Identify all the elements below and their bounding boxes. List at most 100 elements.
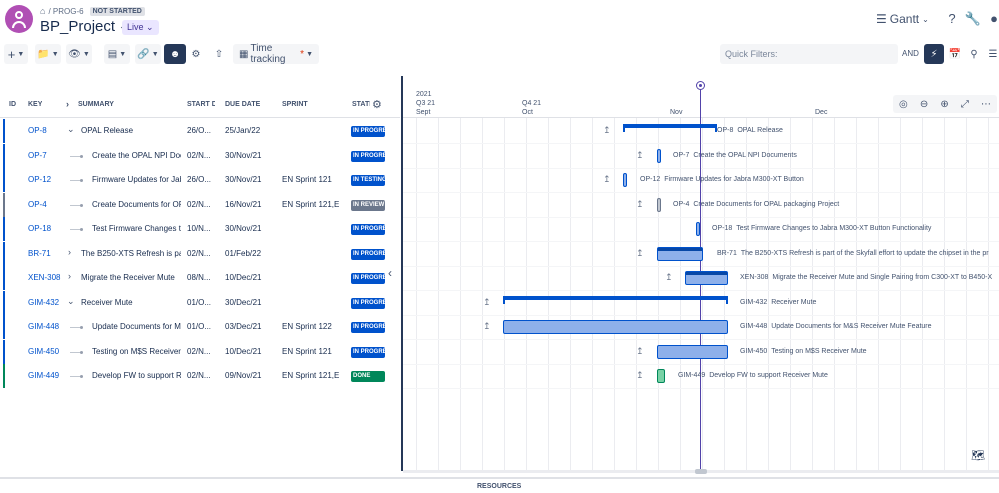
due-date-cell[interactable]: 30/Dec/21 <box>225 298 275 307</box>
zoom-in-icon[interactable]: ⊕ <box>940 99 948 110</box>
table-row[interactable]: GIM-449 Develop FW to support Receiver Mu… <box>0 364 400 388</box>
gantt-bar[interactable] <box>623 173 627 187</box>
quick-filters-input[interactable]: Quick Filters: <box>720 44 898 64</box>
issue-summary[interactable]: Update Documents for M&S Receiver Mute <box>92 322 181 331</box>
settings-button[interactable]: ⚙ <box>188 44 204 64</box>
issue-key-link[interactable]: GIM-450 <box>28 347 62 356</box>
status-badge[interactable]: IN PROGRESS <box>351 126 385 137</box>
due-date-cell[interactable]: 01/Feb/22 <box>225 249 275 258</box>
column-header-due-date[interactable]: DUE DATE <box>225 101 260 108</box>
gantt-bar[interactable] <box>657 247 703 261</box>
issue-key-link[interactable]: OP-12 <box>28 175 62 184</box>
issue-key-link[interactable]: OP-8 <box>28 126 62 135</box>
and-toggle[interactable]: AND <box>902 49 919 58</box>
issue-key-link[interactable]: OP-4 <box>28 200 62 209</box>
column-header-start-date[interactable]: START D <box>187 101 215 108</box>
status-badge[interactable]: IN PROGRESS <box>351 347 385 358</box>
wrench-icon[interactable]: 🔧 <box>964 10 982 28</box>
help-icon[interactable]: ? <box>943 10 961 28</box>
start-date-cell[interactable]: 02/N... <box>187 371 219 380</box>
sprint-cell[interactable]: EN Sprint 121 <box>282 175 340 184</box>
start-date-cell[interactable]: 26/O... <box>187 175 219 184</box>
scroll-to-bar-icon[interactable]: ↥ <box>636 150 644 161</box>
start-date-cell[interactable]: 02/N... <box>187 200 219 209</box>
start-date-cell[interactable]: 08/N... <box>187 273 219 282</box>
gantt-bar[interactable] <box>696 222 700 236</box>
status-badge[interactable]: IN REVIEW <box>351 200 385 211</box>
gantt-bar[interactable] <box>657 198 661 212</box>
gantt-bar[interactable] <box>503 296 728 304</box>
status-badge[interactable]: IN PROGRESS <box>351 273 385 284</box>
scroll-to-bar-icon[interactable]: ↥ <box>603 174 611 185</box>
issue-key-link[interactable]: BR-71 <box>28 249 62 258</box>
due-date-cell[interactable]: 09/Nov/21 <box>225 371 275 380</box>
add-button[interactable]: + ▼ <box>4 44 28 64</box>
table-row[interactable]: GIM-432 ⌄ Receiver Mute 01/O... 30/Dec/21 IN … <box>0 291 400 315</box>
link-button[interactable]: 🔗 ▼ <box>135 44 161 64</box>
issue-summary[interactable]: Firmware Updates for Jabra M300-XT Butto… <box>92 175 181 184</box>
start-date-cell[interactable]: 10/N... <box>187 224 219 233</box>
gantt-bar[interactable] <box>657 149 661 163</box>
search-button[interactable]: ⚲ <box>965 44 983 64</box>
view-options-button[interactable]: 👁 ▼ <box>66 44 92 64</box>
start-date-cell[interactable]: 02/N... <box>187 151 219 160</box>
expand-icon[interactable]: ⤢ <box>961 99 969 110</box>
issue-summary[interactable]: Test Firmware Changes to Jabra M300-XT <box>92 224 181 233</box>
issue-summary[interactable]: Create Documents for OPAL packaging Proj… <box>92 200 181 209</box>
chevron-right-icon[interactable]: › <box>68 271 71 281</box>
status-badge[interactable]: IN PROGRESS <box>351 151 385 162</box>
chevron-down-icon[interactable]: ⌄ <box>67 124 75 135</box>
start-date-cell[interactable]: 02/N... <box>187 347 219 356</box>
issue-summary[interactable]: Migrate the Receiver Mute <box>81 273 181 282</box>
table-row[interactable]: OP-7 Create the OPAL NPI Documents 02/N...… <box>0 144 400 168</box>
issue-summary[interactable]: OPAL Release <box>81 126 181 135</box>
issue-key-link[interactable]: XEN-308 <box>28 273 62 282</box>
due-date-cell[interactable]: 16/Nov/21 <box>225 200 275 209</box>
table-row[interactable]: OP-18 Test Firmware Changes to Jabra M300… <box>0 217 400 241</box>
export-button[interactable]: ⇧ <box>210 44 228 64</box>
chevron-down-icon[interactable]: ⌄ <box>67 296 75 307</box>
chevron-right-icon[interactable]: › <box>68 247 71 257</box>
issue-key-link[interactable]: OP-18 <box>28 224 62 233</box>
column-header-status[interactable]: STATI <box>352 101 370 108</box>
issue-summary[interactable]: Receiver Mute <box>81 298 181 307</box>
gantt-bar[interactable] <box>657 369 665 383</box>
status-badge[interactable]: DONE <box>351 371 385 382</box>
issue-summary[interactable]: Create the OPAL NPI Documents <box>92 151 181 160</box>
scroll-to-bar-icon[interactable]: ↥ <box>483 297 491 308</box>
table-row[interactable]: BR-71 › The B250-XTS Refresh is part of th… <box>0 242 400 266</box>
resources-panel[interactable]: RESOURCES <box>0 477 999 493</box>
chevron-right-icon[interactable]: › <box>66 99 69 109</box>
due-date-cell[interactable]: 25/Jan/22 <box>225 126 275 135</box>
folder-button[interactable]: 📁 ▼ <box>35 44 61 64</box>
more-icon[interactable]: ⋯ <box>981 99 991 110</box>
scroll-to-bar-icon[interactable]: ↥ <box>636 199 644 210</box>
sprint-cell[interactable]: EN Sprint 121,E <box>282 200 340 209</box>
table-row[interactable]: GIM-448 Update Documents for M&S Receiver… <box>0 315 400 339</box>
due-date-cell[interactable]: 30/Nov/21 <box>225 151 275 160</box>
view-selector[interactable]: ☰ Gantt ⌄ <box>876 12 929 26</box>
table-row[interactable]: GIM-450 Testing on M$S Receiver Mute 02/N.… <box>0 340 400 364</box>
table-row[interactable]: OP-12 Firmware Updates for Jabra M300-XT … <box>0 168 400 192</box>
more-button[interactable]: ☰ <box>986 44 999 64</box>
home-icon[interactable]: ⌂ <box>40 6 45 16</box>
resources-toggle-button[interactable]: ☻ <box>164 44 186 64</box>
status-badge[interactable]: IN TESTING <box>351 175 385 186</box>
scroll-to-bar-icon[interactable]: ↥ <box>483 321 491 332</box>
zoom-out-icon[interactable]: ⊖ <box>920 99 928 110</box>
issue-summary[interactable]: The B250-XTS Refresh is part of the Skyf… <box>81 249 181 258</box>
due-date-cell[interactable]: 03/Dec/21 <box>225 322 275 331</box>
due-date-cell[interactable]: 10/Dec/21 <box>225 347 275 356</box>
scrollbar-thumb[interactable] <box>695 469 707 474</box>
scroll-to-bar-icon[interactable]: ↥ <box>636 370 644 381</box>
live-dropdown[interactable]: Live ⌄ <box>122 20 159 35</box>
issue-key-link[interactable]: OP-7 <box>28 151 62 160</box>
sprint-cell[interactable]: EN Sprint 122 <box>282 322 340 331</box>
issue-summary[interactable]: Develop FW to support Receiver Mute <box>92 371 181 380</box>
table-row[interactable]: OP-4 Create Documents for OPAL packaging … <box>0 193 400 217</box>
scroll-to-bar-icon[interactable]: ↥ <box>636 346 644 357</box>
breadcrumb-link[interactable]: / PROG-6 <box>48 7 83 16</box>
column-header-sprint[interactable]: SPRINT <box>282 101 308 108</box>
status-badge[interactable]: IN PROGRESS <box>351 298 385 309</box>
time-tracking-dropdown[interactable]: ▦ Time tracking * ▼ <box>233 43 319 65</box>
